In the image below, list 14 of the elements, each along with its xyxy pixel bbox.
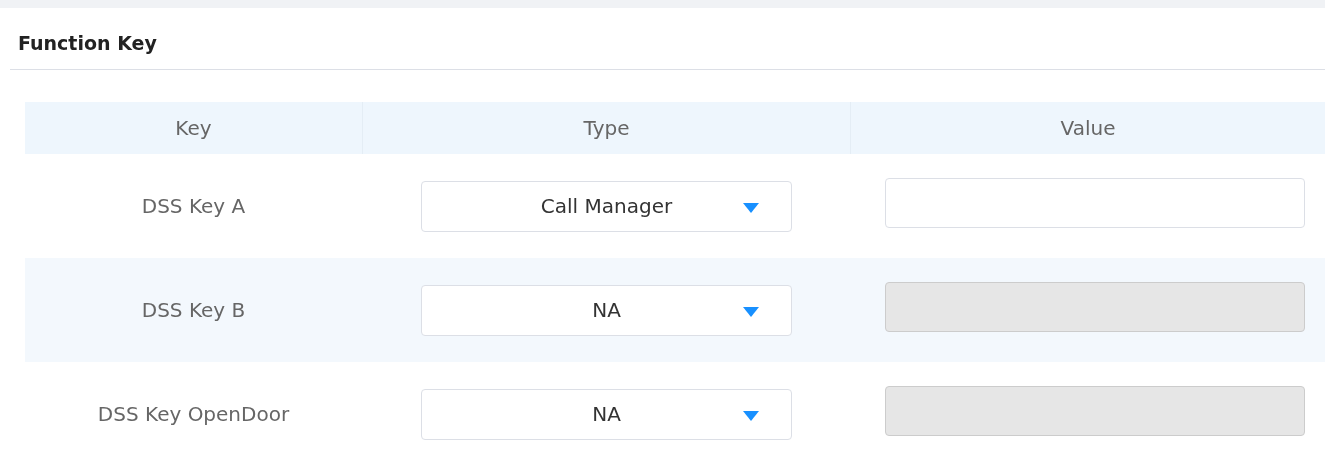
- value-field[interactable]: [885, 178, 1305, 228]
- type-select[interactable]: NA: [421, 388, 792, 440]
- caret-icon: [743, 202, 759, 213]
- section-title: Function Key: [18, 30, 157, 56]
- key-label: DSS Key OpenDoor: [97, 401, 290, 428]
- column-header: Key: [175, 115, 212, 142]
- column-header: Type: [583, 115, 630, 142]
- caret-icon: [743, 410, 759, 421]
- key-label: DSS Key B: [141, 297, 246, 324]
- type-select[interactable]: NA: [421, 284, 792, 336]
- caret-icon: [743, 306, 759, 317]
- key-label: DSS Key A: [141, 193, 246, 220]
- column-header: Value: [1060, 115, 1116, 142]
- type-select[interactable]: Call Manager: [421, 180, 792, 232]
